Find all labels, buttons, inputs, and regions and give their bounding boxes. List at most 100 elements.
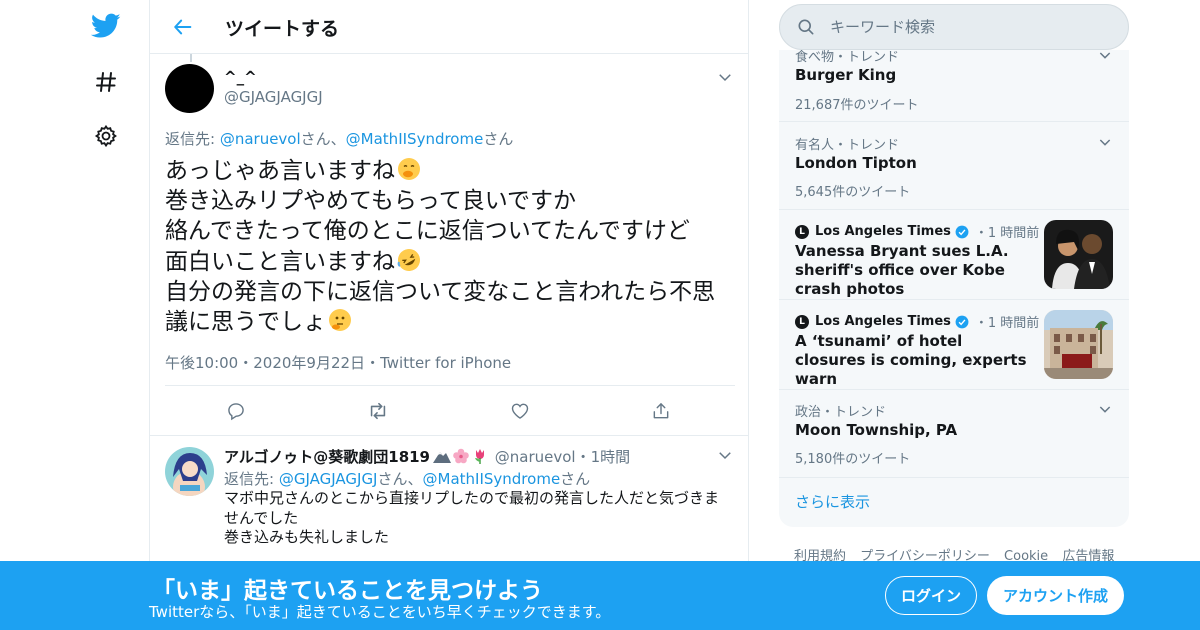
twitter-logo-icon[interactable] (88, 8, 124, 44)
reply-to-user-link[interactable]: @GJAGJAGJGJ (279, 470, 378, 488)
news-title: Vanessa Bryant sues L.A. sheriff's offic… (795, 242, 1009, 298)
search-icon (796, 17, 816, 37)
show-more-link[interactable]: さらに表示 (795, 491, 870, 512)
banner-title: 「いま」起きていることを見つけよう (152, 578, 543, 604)
chevron-down-icon[interactable] (1097, 401, 1113, 417)
reply-to-user-link[interactable]: @MathIISyndrome (346, 130, 484, 148)
face-with-hand-over-mouth-emoji (398, 158, 420, 180)
gear-icon[interactable] (88, 118, 124, 154)
like-icon[interactable] (508, 399, 532, 423)
trend-item[interactable]: 食べ物・トレンド Burger King 21,687件のツイート (779, 50, 1129, 122)
tweet-line: 絡んできたって俺のとこに返信ついてたんですけど (165, 216, 740, 246)
back-arrow-icon[interactable] (168, 12, 198, 42)
news-source: L Los Angeles Times ・ 1 時間前 (795, 312, 1039, 331)
reply-to-prefix: 返信先: (224, 470, 279, 488)
trend-item[interactable]: 有名人・トレンド London Tipton 5,645件のツイート (779, 122, 1129, 210)
avatar[interactable] (165, 447, 214, 496)
divider (165, 385, 735, 386)
trend-name: Moon Township, PA (795, 421, 958, 439)
news-time: 1 時間前 (987, 316, 1040, 331)
chevron-down-icon[interactable] (1097, 134, 1113, 150)
reply-to-line: 返信先: @naruevolさん、@MathIISyndromeさん (165, 128, 513, 149)
page-title: ツイートする (225, 18, 340, 40)
meta-dot: ・ (365, 354, 381, 372)
tweet-line: 自分の発言の下に返信ついて変なこと言われたら不思 (165, 277, 740, 307)
tweet-line: あっじゃあ言いますね (165, 156, 740, 186)
trend-item[interactable]: 政治・トレンド Moon Township, PA 5,180件のツイート (779, 390, 1129, 478)
main-header: ツイートする (150, 0, 748, 54)
rofl-emoji (397, 248, 420, 271)
tweet-line-text: 絡んできたって俺のとこに返信ついてたんですけど (165, 218, 690, 245)
search-box[interactable] (779, 4, 1129, 50)
tweet-date[interactable]: 2020年9月22日 (253, 354, 365, 372)
trend-category: 有名人・トレンド (795, 138, 900, 153)
reply-to-user-link[interactable]: @MathIISyndrome (423, 470, 561, 488)
focused-tweet: ^_^ @GJAGJAGJGJ 返信先: @naruevolさん、@MathII… (150, 54, 748, 436)
news-logo-icon: L (795, 314, 809, 329)
reply-line: マボ中兄さんのとこから直接リプしたので最初の発言した人だと気づきま (224, 489, 720, 507)
tweet-author-name[interactable]: ^_^ (224, 68, 257, 86)
meta-dot: ・ (238, 354, 254, 372)
tweet-text: あっじゃあ言いますね 巻き込みリプやめてもらって良いですか 絡んできたって俺のと… (165, 156, 740, 337)
reply-icon[interactable] (224, 399, 248, 423)
tweet-line-text: 面白いこと言いますね (165, 248, 395, 275)
chevron-down-icon[interactable] (1097, 50, 1113, 63)
tweet-line: 議に思うでしょ (165, 307, 740, 337)
trend-name: Burger King (795, 66, 897, 84)
reply-tweet[interactable]: アルゴノゥト@葵歌劇団1819 @naruevol・1時間 返信先: @GJAG… (150, 437, 748, 577)
news-thumbnail (1044, 220, 1113, 289)
retweet-icon[interactable] (366, 399, 390, 423)
meta-dot: ・ (974, 226, 988, 241)
chevron-down-icon[interactable] (716, 68, 736, 88)
tweet-line: 巻き込みリプやめてもらって良いですか (165, 186, 740, 216)
main-column: ツイートする ^_^ @GJAGJAGJGJ 返信先: @naruevolさん、… (149, 0, 749, 630)
banner-subtitle: Twitterなら、「いま」起きていることをいち早くチェックできます。 (149, 603, 611, 621)
news-logo-icon: L (795, 224, 809, 239)
reply-text: マボ中兄さんのとこから直接リプしたので最初の発言した人だと気づきま せんでした … (224, 489, 724, 548)
page: ツイートする ^_^ @GJAGJAGJGJ 返信先: @naruevolさん、… (0, 0, 1200, 630)
reply-header: アルゴノゥト@葵歌劇団1819 @naruevol・1時間 (224, 446, 630, 467)
trend-category: 食べ物・トレンド (795, 50, 900, 65)
reply-author-handle[interactable]: @naruevol (495, 448, 576, 466)
reply-to-user-link[interactable]: @naruevol (220, 130, 301, 148)
trend-count: 5,180件のツイート (795, 452, 911, 467)
search-input[interactable] (830, 13, 1110, 41)
tweet-line-text: 自分の発言の下に返信ついて変なこと言われたら不思 (165, 278, 716, 305)
news-source: L Los Angeles Times ・ 1 時間前 (795, 222, 1039, 241)
signup-button[interactable]: アカウント作成 (987, 576, 1124, 615)
reply-to-suffix: さん (483, 130, 514, 148)
hashtag-icon[interactable] (88, 64, 124, 100)
meta-dot: ・ (974, 316, 988, 331)
tweet-line-text: あっじゃあ言いますね (165, 158, 395, 184)
trend-count: 21,687件のツイート (795, 98, 919, 113)
left-nav (80, 0, 130, 630)
reply-line: 巻き込みも失礼しました (224, 528, 390, 546)
reply-line: せんでした (224, 508, 299, 527)
tweet-author-handle[interactable]: @GJAGJAGJGJ (224, 88, 323, 106)
avatar[interactable] (165, 64, 214, 113)
share-icon[interactable] (649, 399, 673, 423)
tweet-line-text: 議に思うでしょ (165, 309, 326, 336)
mountain-emoji (433, 452, 451, 463)
reply-author-name[interactable]: アルゴノゥト@葵歌劇団1819 (224, 448, 430, 466)
tweet-source: Twitter for iPhone (380, 354, 512, 372)
trend-name: London Tipton (795, 154, 917, 172)
reply-to-suffix: さん (560, 470, 591, 488)
news-item[interactable]: L Los Angeles Times ・ 1 時間前 A ‘tsunami’ o… (779, 300, 1129, 390)
news-source-name: Los Angeles Times (815, 314, 951, 329)
news-source-name: Los Angeles Times (815, 224, 951, 239)
reply-to-separator: さん、 (377, 470, 423, 488)
chevron-down-icon[interactable] (716, 446, 736, 466)
reply-to-prefix: 返信先: (165, 130, 220, 148)
login-button[interactable]: ログイン (885, 576, 977, 615)
tulip-emoji (475, 449, 484, 464)
reply-time[interactable]: 1時間 (591, 448, 631, 466)
thinking-face-emoji (329, 309, 351, 332)
reply-to-separator: さん、 (300, 130, 346, 148)
trend-count: 5,645件のツイート (795, 185, 911, 200)
news-item[interactable]: L Los Angeles Times ・ 1 時間前 Vanessa Bryan… (779, 210, 1129, 300)
tweet-meta: 午後10:00・2020年9月22日・Twitter for iPhone (165, 352, 511, 373)
trend-category: 政治・トレンド (795, 405, 887, 420)
tweet-time[interactable]: 午後10:00 (165, 354, 238, 372)
verified-badge-icon (955, 315, 969, 328)
